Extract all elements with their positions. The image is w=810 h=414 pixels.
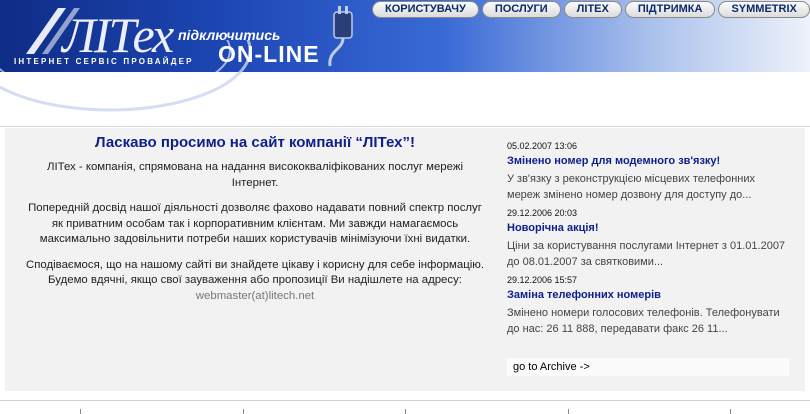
tagline: ІНТЕРНЕТ СЕРВІС ПРОВАЙДЕР <box>14 57 194 66</box>
news-date: 05.02.2007 13:06 <box>507 141 578 151</box>
footer-separator <box>730 409 731 414</box>
news-item: 05.02.2007 13:06 Змінено номер для модем… <box>507 140 787 203</box>
news-item: 29.12.2006 15:57 Заміна телефонних номер… <box>507 274 787 337</box>
news-title-link[interactable]: Заміна телефонних номерів <box>507 288 787 303</box>
email-link[interactable]: webmaster(at)litech.net <box>196 290 314 302</box>
news-summary: Ціни за користування послугами Інтернет … <box>507 240 786 268</box>
top-navigation: КОРИСТУВАЧУ ПОСЛУГИ ЛІТЕХ ПІДТРИМКА SYMM… <box>372 1 810 18</box>
litech-logo[interactable]: ЛІТех <box>22 4 192 64</box>
news-date: 29.12.2006 20:03 <box>507 208 578 218</box>
logo-text: ЛІТех <box>62 7 174 63</box>
footer-separator <box>405 409 406 414</box>
nav-litech[interactable]: ЛІТЕХ <box>563 1 622 18</box>
news-summary: У зв'язку з реконструкцією місцевих теле… <box>507 173 756 201</box>
news-item: 29.12.2006 20:03 Новорічна акція! Ціни з… <box>507 207 787 270</box>
news-title-link[interactable]: Новорічна акція! <box>507 221 787 236</box>
news-summary: Змінено номери голосових телефонів. Теле… <box>507 307 780 335</box>
main-content: Ласкаво просимо на сайт компанії “ЛІТех”… <box>5 128 805 391</box>
nav-services[interactable]: ПОСЛУГИ <box>481 1 561 18</box>
welcome-paragraph-1: ЛІТех - компанія, спрямована на надання … <box>47 161 463 189</box>
nav-users[interactable]: КОРИСТУВАЧУ <box>372 1 479 18</box>
plug-icon <box>328 6 353 67</box>
footer <box>0 397 810 414</box>
archive-link[interactable]: go to Archive -> <box>507 358 789 376</box>
footer-separator <box>568 409 569 414</box>
news-date: 29.12.2006 15:57 <box>507 275 578 285</box>
welcome-paragraph-2: Попередній досвід нашої діяльності дозво… <box>28 202 482 245</box>
welcome-paragraph-3: Сподіваємося, що на нашому сайті ви знай… <box>25 258 485 305</box>
online-label[interactable]: ON-LINE <box>218 41 320 68</box>
welcome-paragraph-3-text: Сподіваємося, що на нашому сайті ви знай… <box>25 258 484 287</box>
header-banner: ЛІТех ІНТЕРНЕТ СЕРВІС ПРОВАЙДЕР підключи… <box>0 0 810 112</box>
nav-support[interactable]: ПІДТРИМКА <box>624 1 716 18</box>
nav-symmetrix[interactable]: SYMMETRIX <box>718 1 810 18</box>
news-title-link[interactable]: Змінено номер для модемного зв'язку! <box>507 154 787 169</box>
footer-separator <box>80 409 81 414</box>
header-divider <box>0 126 810 127</box>
welcome-section: Ласкаво просимо на сайт компанії “ЛІТех”… <box>25 128 485 304</box>
news-list: 05.02.2007 13:06 Змінено номер для модем… <box>507 140 787 341</box>
footer-divider <box>0 400 810 401</box>
site-header: ЛІТех ІНТЕРНЕТ СЕРВІС ПРОВАЙДЕР підключи… <box>0 0 810 125</box>
footer-separator <box>243 409 244 414</box>
welcome-title: Ласкаво просимо на сайт компанії “ЛІТех”… <box>95 134 415 151</box>
